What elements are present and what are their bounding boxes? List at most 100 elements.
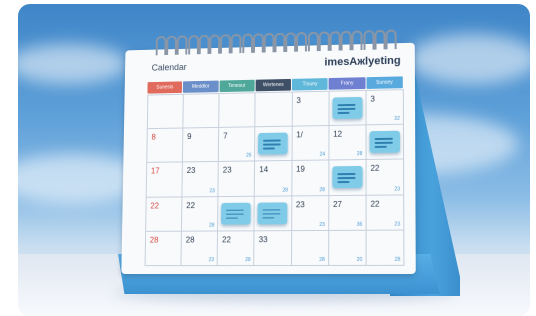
- day-cell: [255, 92, 293, 128]
- day-subnumber: 28: [394, 256, 401, 263]
- day-number: 19: [296, 165, 305, 175]
- binding-ring: [340, 30, 352, 51]
- day-number: 23: [222, 166, 232, 175]
- day-cell: [147, 94, 184, 130]
- sticky-note: [221, 202, 252, 225]
- day-number: 27: [332, 199, 342, 209]
- weekday-label: Trsuny: [292, 78, 329, 91]
- sticky-note: [257, 202, 288, 225]
- day-number: 23: [295, 199, 305, 209]
- day-subnumber: 32: [394, 116, 400, 123]
- sticky-note: [332, 166, 363, 189]
- day-cell: 3: [292, 91, 330, 127]
- day-subnumber: 28: [319, 256, 325, 263]
- binding-ring: [252, 33, 264, 53]
- day-number: 17: [150, 166, 160, 176]
- day-number: 3: [370, 94, 375, 104]
- day-number: 28: [185, 235, 195, 245]
- day-number: 22: [370, 199, 380, 209]
- binding-ring: [220, 34, 231, 54]
- day-cell: [329, 90, 367, 127]
- binding-ring: [351, 30, 363, 51]
- day-number: 22: [186, 200, 195, 210]
- binding-ring: [274, 32, 286, 53]
- binding-ring: [230, 33, 242, 54]
- binding-ring: [209, 34, 221, 54]
- day-subnumber: 28: [208, 222, 215, 229]
- day-cell: 14 28: [255, 161, 293, 197]
- day-cell: 23: [218, 161, 256, 197]
- photo-frame: Calendar imesΑжlyeting Sunesis Meddlor Ten…: [18, 4, 530, 316]
- binding-ring: [241, 33, 253, 54]
- day-cell: 22 23: [366, 159, 405, 196]
- binding-ring: [187, 35, 199, 55]
- day-cell: 7 26: [219, 127, 256, 163]
- day-cell: [254, 196, 292, 232]
- weekday-label: Sunsey: [366, 76, 403, 89]
- day-subnumber: 28: [319, 186, 326, 193]
- day-cell: 20: [328, 230, 367, 266]
- binding-ring: [374, 29, 386, 50]
- day-subnumber: 28: [356, 151, 363, 158]
- day-cell: 28: [291, 230, 329, 267]
- day-cell: 19 28: [291, 160, 330, 197]
- day-subnumber: 28: [245, 257, 251, 264]
- day-subnumber: 36: [356, 221, 363, 228]
- binding-ring: [385, 29, 397, 50]
- weekday-label: Sunesis: [147, 81, 183, 94]
- day-number: 9: [187, 132, 192, 142]
- day-number: 33: [258, 235, 268, 244]
- binding-ring: [285, 32, 297, 52]
- day-subnumber: 23: [394, 221, 401, 228]
- day-number: 22: [150, 201, 160, 210]
- day-cell: 22 23: [366, 195, 405, 231]
- cloud: [408, 34, 530, 84]
- calendar-grid: 3 3 32 8 9 7 26 1/24 12 28 17 23 23 23 14 28 19 28 22 23 22 2…: [144, 89, 405, 267]
- spiral-binding: [155, 29, 397, 58]
- day-subnumber: 23: [394, 186, 401, 193]
- day-number: 1/: [296, 130, 303, 140]
- day-subnumber: 24: [319, 152, 326, 159]
- day-subnumber: 28: [282, 187, 288, 194]
- cloud: [18, 44, 128, 84]
- binding-ring: [166, 35, 178, 56]
- day-number: 7: [223, 131, 228, 141]
- day-cell: [329, 160, 367, 196]
- day-cell: 8: [147, 128, 184, 164]
- day-cell: 1/24: [292, 126, 330, 162]
- day-number: 22: [222, 235, 231, 245]
- day-subnumber: 26: [246, 153, 252, 159]
- day-number: 12: [333, 129, 343, 139]
- day-cell: [219, 93, 256, 129]
- day-number: 23: [186, 166, 196, 176]
- calendar-title: Calendar: [151, 62, 187, 73]
- binding-ring: [307, 31, 319, 52]
- day-subnumber: 23: [208, 257, 215, 264]
- day-cell: 28: [366, 230, 405, 266]
- day-cell: 28 23: [181, 231, 219, 267]
- day-cell: 23 23: [182, 162, 220, 198]
- day-cell: 28: [145, 231, 183, 267]
- binding-ring: [177, 35, 188, 55]
- day-subnumber: 23: [319, 221, 325, 228]
- binding-ring: [296, 32, 308, 52]
- weekday-label: Frany: [328, 77, 366, 90]
- weekday-label: Meddlor: [183, 80, 219, 93]
- day-cell: [366, 124, 405, 161]
- day-cell: [183, 94, 220, 129]
- binding-ring: [363, 30, 375, 50]
- day-number: 3: [296, 96, 301, 106]
- calendar-brand: imesΑжlyeting: [324, 54, 401, 69]
- day-cell: 3 32: [366, 90, 404, 126]
- weekday-label: Tenesur: [219, 79, 255, 93]
- binding-ring: [198, 34, 210, 55]
- day-subnumber: 23: [209, 187, 215, 194]
- day-cell: [255, 126, 293, 162]
- binding-ring: [318, 31, 330, 52]
- day-cell: 22 28: [182, 196, 219, 232]
- day-cell: 12 28: [329, 125, 367, 161]
- sticky-note: [258, 132, 289, 155]
- day-number: 22: [370, 164, 380, 174]
- day-cell: 33: [254, 230, 292, 267]
- weekday-label: Wertenes: [255, 78, 292, 92]
